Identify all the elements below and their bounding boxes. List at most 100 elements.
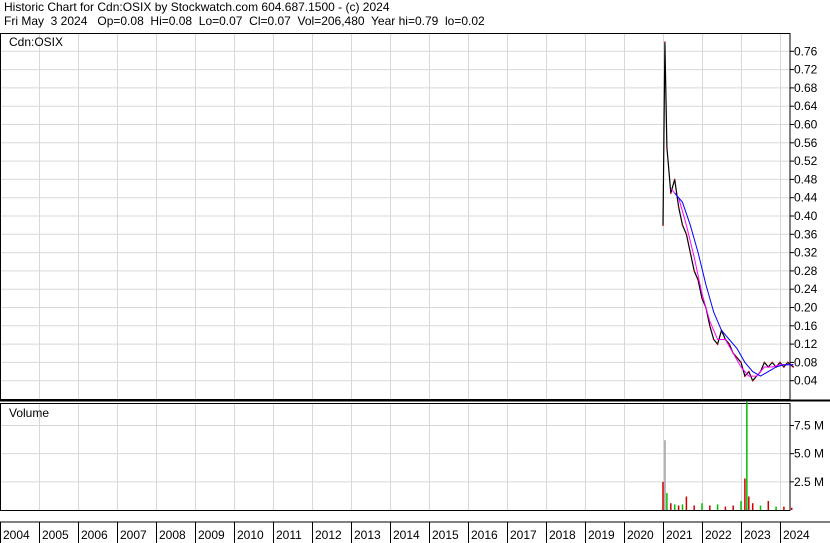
price-tick-label: 0.44 [794,191,818,205]
year-tick-label: 2007 [120,528,147,542]
year-tick-label: 2021 [666,528,693,542]
price-tick-label: 0.08 [794,355,818,369]
volume-bar [790,507,793,510]
year-tick-label: 2014 [393,528,420,542]
price-point [693,270,695,272]
price-point [751,379,754,382]
year-tick-label: 2008 [159,528,186,542]
volume-bar [740,500,742,510]
price-tick-label: 0.20 [794,301,818,315]
price-series-line-1 [670,188,794,377]
price-point [685,233,688,236]
volume-bar [664,440,666,510]
price-point [677,206,680,208]
year-tick-label: 2009 [198,528,225,542]
price-point [744,375,746,377]
price-point [709,325,711,327]
price-tick-label: 0.36 [794,227,818,241]
volume-bar [732,505,734,510]
price-tick-label: 0.40 [794,209,818,223]
volume-bar [709,505,711,510]
price-point [792,366,795,368]
price-point [670,192,672,194]
volume-bar [677,505,680,510]
year-tick-label: 2022 [705,528,732,542]
price-tick-label: 0.24 [794,282,818,296]
year-tick-label: 2015 [432,528,459,542]
price-point [712,338,715,341]
price-point [681,224,684,226]
price-axis: 0.76 0.72 0.68 0.64 0.60 0.56 0.52 0.48 0.44 0.40… [790,44,818,388]
chart-canvas: Cdn:OSIX Volume 0.76 0.72 0.68 0.64 0.60 0.56… [0,33,830,543]
price-point [783,366,785,368]
price-tick-label: 0.04 [794,374,818,388]
volume-bars [662,401,793,510]
price-tick-label: 0.32 [794,246,818,260]
symbol-label: Cdn:OSIX [9,35,63,49]
grid-lines [0,33,790,510]
volume-axis: 7.5 M 5.0 M 2.5 M [790,419,824,489]
panel-frames [0,33,830,523]
year-tick-label: 2006 [81,528,108,542]
price-tick-label: 0.12 [794,337,818,351]
volume-bar [759,505,762,510]
volume-bar [685,496,688,510]
year-tick-label: 2016 [471,528,498,542]
year-tick-label: 2013 [354,528,381,542]
price-point [771,361,773,364]
volume-bar [701,503,703,510]
volume-bar [783,506,785,510]
volume-tick-label: 7.5 M [794,419,824,433]
price-point [748,370,750,373]
price-point [666,146,668,149]
price-tick-label: 0.76 [794,44,818,58]
price-point [716,343,719,345]
volume-tick-label: 2.5 M [794,475,824,489]
year-tick-label: 2017 [510,528,537,542]
volume-panel-label: Volume [9,406,49,420]
price-series [662,41,795,382]
price-tick-label: 0.28 [794,264,818,278]
price-point [779,361,781,364]
year-tick-label: 2011 [276,528,302,542]
volume-bar [673,504,676,510]
year-tick-label: 2005 [42,528,69,542]
volume-tick-label: 5.0 M [794,447,824,461]
price-point [701,297,703,300]
volume-bar [746,401,748,510]
price-point [673,178,676,181]
volume-bar [716,504,719,510]
year-tick-label: 2024 [783,528,810,542]
year-tick-label: 2020 [627,528,654,542]
year-axis: 2004 2005 2006 2007 2008 2009 2010 2011 2012 2013… [0,522,810,543]
price-point [740,361,742,364]
price-point [664,41,666,43]
price-point [763,361,766,364]
price-tick-label: 0.52 [794,154,818,168]
volume-bar [775,506,777,510]
volume-bar [670,503,672,510]
volume-bar [681,504,684,510]
price-point [662,224,664,226]
price-point [689,251,692,254]
year-tick-label: 2010 [237,528,264,542]
volume-bar [751,503,754,510]
year-tick-label: 2018 [549,528,576,542]
volume-bar [666,493,668,510]
price-tick-label: 0.72 [794,63,818,77]
price-tick-label: 0.60 [794,118,818,132]
price-tick-label: 0.68 [794,81,818,95]
price-point [787,361,789,364]
volume-bar [662,481,664,510]
volume-panel-frame [0,403,791,511]
price-tick-label: 0.16 [794,319,818,333]
volume-bar [748,496,750,510]
price-tick-label: 0.48 [794,172,818,186]
year-tick-label: 2019 [588,528,615,542]
year-tick-label: 2004 [3,528,30,542]
year-tick-label: 2012 [315,528,342,542]
volume-bar [693,505,695,510]
volume-bar [724,506,727,510]
year-tick-label: 2023 [744,528,771,542]
volume-bar [767,500,770,510]
